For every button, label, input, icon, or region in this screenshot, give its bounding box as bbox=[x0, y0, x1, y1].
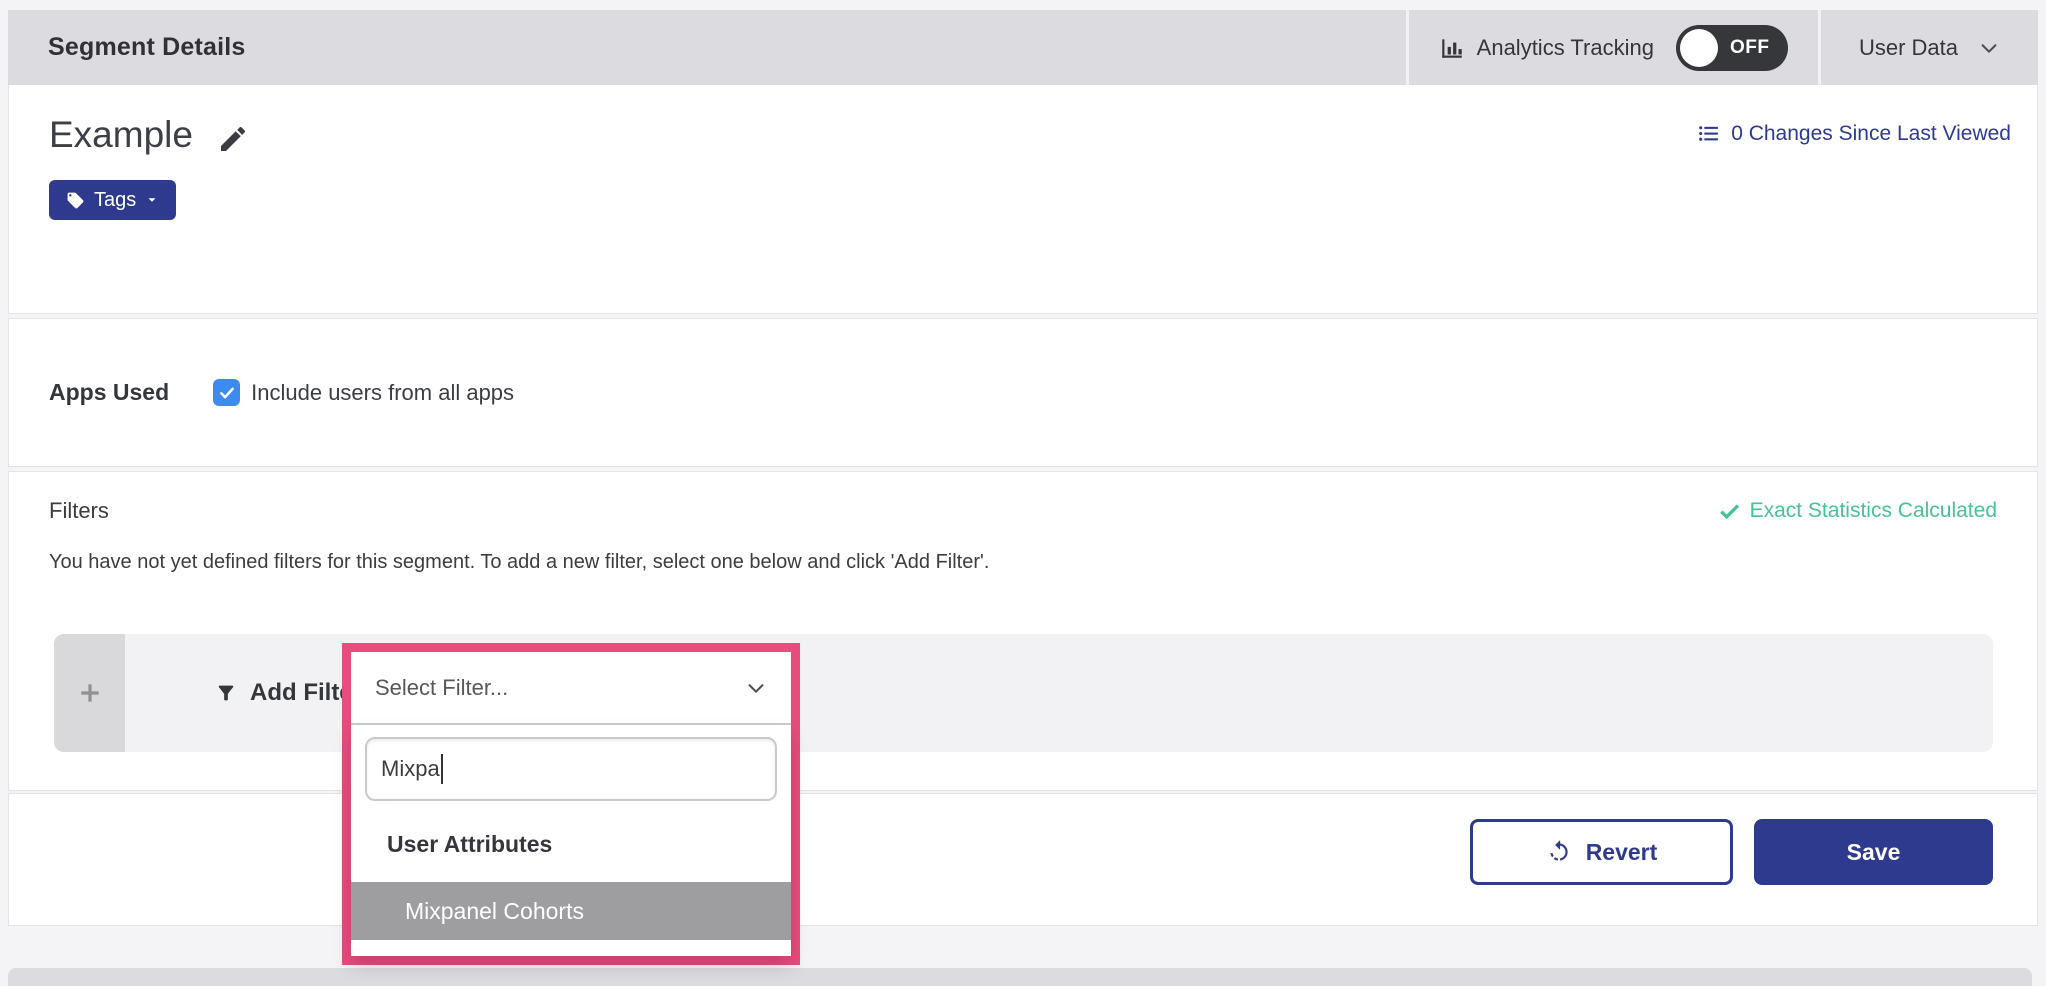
toggle-state-label: OFF bbox=[1730, 37, 1770, 59]
option-mixpanel-cohorts[interactable]: Mixpanel Cohorts bbox=[351, 882, 791, 940]
user-data-label: User Data bbox=[1859, 35, 1958, 61]
tag-icon bbox=[66, 191, 85, 210]
changes-since-last-viewed-link[interactable]: 0 Changes Since Last Viewed bbox=[1696, 121, 2011, 146]
top-bar-actions: Analytics Tracking OFF User Data bbox=[1406, 10, 2038, 85]
checkmark-icon bbox=[218, 384, 236, 402]
apps-used-card: Apps Used Include users from all apps bbox=[8, 318, 2038, 467]
filter-search-text: Mixpa bbox=[381, 756, 440, 782]
filter-search-input[interactable]: Mixpa bbox=[365, 737, 777, 801]
analytics-tracking-toggle[interactable]: OFF bbox=[1676, 25, 1788, 71]
add-filter-button[interactable]: Add Filter bbox=[215, 679, 362, 707]
filters-card: Filters Exact Statistics Calculated You … bbox=[8, 471, 2038, 791]
filter-dropdown-highlight: Select Filter... Mixpa User Attributes M… bbox=[342, 643, 800, 965]
filters-description: You have not yet defined filters for thi… bbox=[9, 524, 2037, 574]
segment-name: Example bbox=[49, 115, 193, 156]
user-data-menu[interactable]: User Data bbox=[1821, 10, 2038, 85]
toggle-knob[interactable] bbox=[1680, 29, 1718, 67]
filter-dropdown-panel: Mixpa User Attributes Mixpanel Cohorts bbox=[351, 725, 791, 956]
analytics-tracking-section: Analytics Tracking OFF bbox=[1409, 10, 1818, 85]
revert-icon bbox=[1546, 839, 1572, 865]
apps-used-label: Apps Used bbox=[49, 379, 169, 406]
next-section-header-strip bbox=[8, 968, 2032, 986]
footer-actions-card: Revert Save bbox=[8, 793, 2038, 926]
include-all-apps-label: Include users from all apps bbox=[251, 380, 514, 406]
plus-icon bbox=[77, 680, 103, 706]
segment-name-card: Example 0 Changes Since Last Viewed bbox=[8, 85, 2038, 314]
filter-select-value: Select Filter... bbox=[375, 675, 508, 701]
filter-funnel-icon bbox=[215, 682, 237, 704]
filter-select[interactable]: Select Filter... bbox=[351, 652, 791, 725]
analytics-tracking-label: Analytics Tracking bbox=[1477, 35, 1654, 61]
add-filter-plus-button[interactable] bbox=[54, 634, 125, 752]
top-bar: Segment Details Analytics Tracking OFF bbox=[8, 10, 2038, 85]
tags-button[interactable]: Tags bbox=[49, 180, 176, 220]
save-button[interactable]: Save bbox=[1754, 819, 1993, 885]
filters-label: Filters bbox=[49, 498, 109, 524]
tags-button-label: Tags bbox=[94, 189, 136, 212]
page-title: Segment Details bbox=[48, 33, 246, 62]
changes-list-icon bbox=[1696, 121, 1721, 146]
exact-statistics-text: Exact Statistics Calculated bbox=[1750, 499, 1997, 523]
exact-statistics-status: Exact Statistics Calculated bbox=[1718, 499, 1997, 523]
segment-details-page: Segment Details Analytics Tracking OFF bbox=[0, 0, 2046, 986]
revert-button[interactable]: Revert bbox=[1470, 819, 1733, 885]
include-all-apps-checkbox[interactable] bbox=[213, 379, 240, 406]
caret-down-icon bbox=[145, 193, 159, 207]
bar-chart-icon bbox=[1439, 35, 1465, 61]
revert-button-label: Revert bbox=[1586, 839, 1658, 866]
chevron-down-icon bbox=[745, 677, 767, 699]
text-caret bbox=[441, 754, 443, 784]
edit-pencil-icon[interactable] bbox=[217, 123, 249, 155]
group-header-user-attributes: User Attributes bbox=[387, 831, 791, 858]
changes-link-text: 0 Changes Since Last Viewed bbox=[1731, 122, 2011, 146]
chevron-down-icon bbox=[1978, 37, 2000, 59]
check-icon bbox=[1718, 500, 1741, 523]
save-button-label: Save bbox=[1847, 839, 1901, 866]
